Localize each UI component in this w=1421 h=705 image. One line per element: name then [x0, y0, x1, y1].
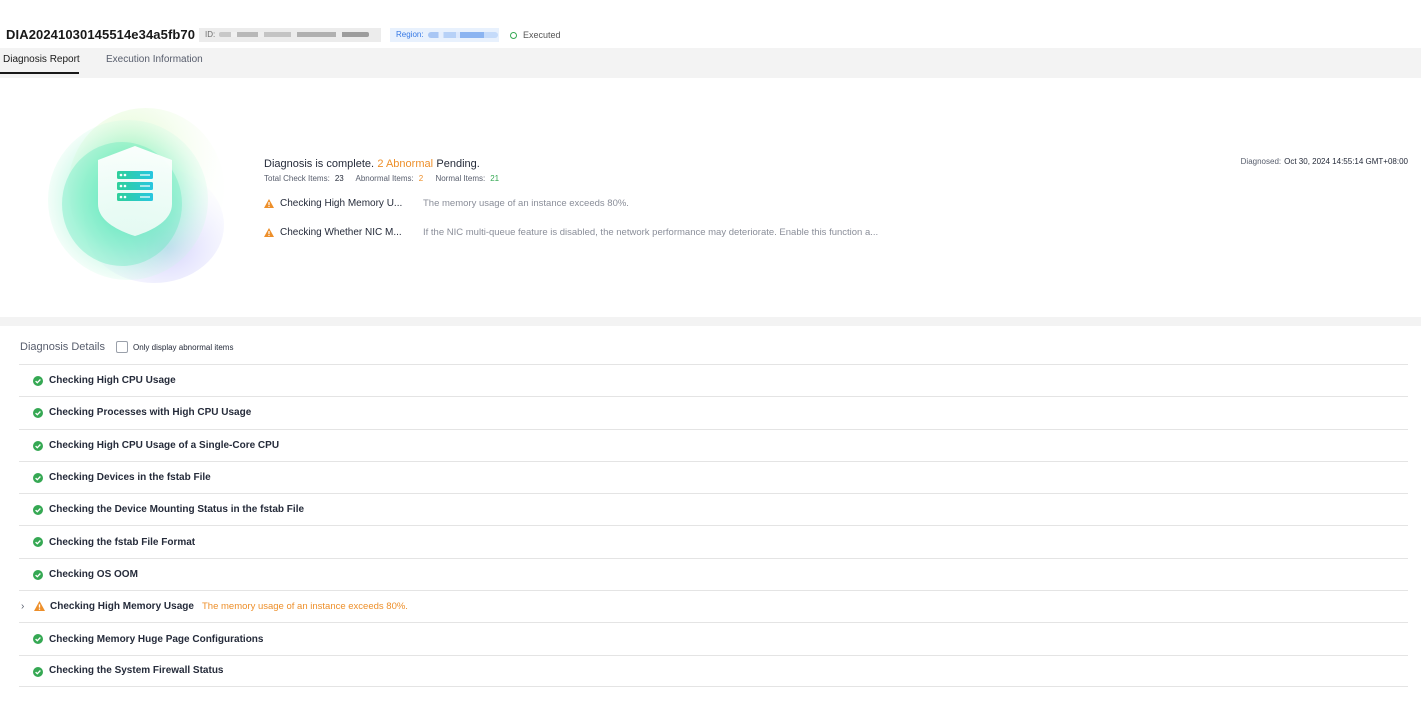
check-item-label: Checking Devices in the fstab File	[49, 472, 211, 484]
page-title: DIA20241030145514e34a5fb70	[6, 27, 196, 42]
abnormal-items-value: 2	[418, 174, 424, 183]
warning-triangle-icon	[264, 228, 274, 237]
region-chip: Region:	[390, 28, 499, 42]
section-divider	[0, 317, 1421, 326]
status-ring-icon	[510, 31, 517, 39]
list-item-abnormal[interactable]: › Checking High Memory Usage The memory …	[19, 590, 1408, 622]
status-badge: Executed	[510, 30, 561, 40]
status-text: Executed	[523, 30, 561, 40]
check-item-label: Checking OS OOM	[49, 568, 138, 580]
headline-suffix: Pending.	[436, 158, 480, 170]
diagnosis-headline: Diagnosis is complete. 2 Abnormal Pendin…	[264, 156, 480, 170]
check-item-description: The memory usage of an instance exceeds …	[202, 601, 408, 613]
diagnosed-value: Oct 30, 2024 14:55:14 GMT+08:00	[1284, 157, 1408, 166]
check-circle-icon	[33, 505, 43, 516]
check-item-label: Checking Memory Huge Page Configurations	[49, 633, 264, 645]
total-items-label: Total Check Items:	[264, 174, 330, 183]
check-circle-icon	[33, 537, 43, 548]
abnormal-issue-item[interactable]: Checking High Memory U... The memory usa…	[264, 198, 629, 209]
check-item-label: Checking Processes with High CPU Usage	[49, 407, 252, 419]
check-circle-icon	[33, 440, 43, 451]
abnormal-count-text: 2 Abnormal	[377, 158, 434, 170]
warning-triangle-icon	[34, 601, 45, 612]
total-items-value: 23	[334, 174, 344, 183]
check-circle-icon	[33, 472, 43, 483]
warning-triangle-icon	[264, 199, 274, 208]
check-circle-icon	[33, 634, 43, 645]
check-circle-icon	[33, 569, 43, 580]
list-item[interactable]: Checking OS OOM	[19, 557, 1408, 590]
headline-prefix: Diagnosis is complete.	[264, 158, 375, 170]
check-item-label: Checking the fstab File Format	[49, 536, 196, 548]
page-header: DIA20241030145514e34a5fb70 ID: Region: E…	[0, 0, 1421, 48]
normal-items-value: 21	[490, 174, 500, 183]
abnormal-only-checkbox[interactable]	[115, 341, 128, 353]
list-item[interactable]: Checking the fstab File Format	[19, 525, 1408, 557]
tab-execution-information[interactable]: Execution Information	[106, 54, 203, 65]
check-item-label: Checking High Memory Usage	[50, 601, 194, 613]
issue-name: Checking High Memory U...	[280, 198, 403, 209]
redacted-id	[219, 32, 370, 38]
region-label: Region:	[396, 30, 424, 39]
redacted-region	[427, 31, 498, 38]
abnormal-issue-item[interactable]: Checking Whether NIC M... If the NIC mul…	[264, 227, 878, 238]
issue-description: The memory usage of an instance exceeds …	[423, 198, 629, 209]
diagnosed-label: Diagnosed:	[1240, 157, 1282, 166]
list-item[interactable]: Checking the System Firewall Status	[19, 654, 1408, 687]
chevron-right-icon[interactable]: ›	[21, 601, 24, 612]
list-item[interactable]: Checking High CPU Usage	[19, 364, 1408, 396]
tab-diagnosis-report[interactable]: Diagnosis Report	[3, 54, 80, 65]
abnormal-items-label: Abnormal Items:	[355, 174, 414, 183]
check-item-counts: Total Check Items: 23 Abnormal Items: 2 No…	[264, 174, 509, 183]
list-item[interactable]: Checking Devices in the fstab File	[19, 460, 1408, 493]
check-item-label: Checking the Device Mounting Status in t…	[49, 504, 305, 516]
abnormal-only-label[interactable]: Only display abnormal items	[133, 343, 233, 352]
check-circle-icon	[33, 376, 43, 386]
details-heading: Diagnosis Details	[20, 341, 105, 353]
instance-id-chip: ID:	[199, 28, 381, 42]
diagnosis-details-header: Diagnosis Details Only display abnormal …	[20, 341, 233, 353]
check-item-label: Checking the System Firewall Status	[49, 665, 224, 677]
list-item[interactable]: Checking Processes with High CPU Usage	[19, 396, 1408, 428]
list-item[interactable]: Checking the Device Mounting Status in t…	[19, 493, 1408, 525]
list-item[interactable]: Checking Memory Huge Page Configurations	[19, 622, 1408, 654]
check-circle-icon	[33, 666, 43, 677]
issue-description: If the NIC multi-queue feature is disabl…	[423, 227, 879, 238]
diagnosis-details-list: Checking High CPU Usage Checking Process…	[19, 364, 1408, 687]
normal-items-label: Normal Items:	[435, 174, 486, 183]
tab-bar: Diagnosis Report Execution Information	[0, 48, 1421, 78]
id-label: ID:	[205, 30, 216, 39]
check-circle-icon	[33, 408, 43, 419]
check-item-label: Checking High CPU Usage of a Single-Core…	[49, 439, 280, 451]
shield-server-icon	[36, 100, 230, 290]
issue-name: Checking Whether NIC M...	[280, 227, 402, 238]
diagnosed-timestamp: Diagnosed: Oct 30, 2024 14:55:14 GMT+08:0…	[1241, 157, 1408, 166]
list-item[interactable]: Checking High CPU Usage of a Single-Core…	[19, 428, 1408, 461]
check-item-label: Checking High CPU Usage	[49, 375, 176, 387]
active-tab-indicator	[0, 72, 79, 74]
